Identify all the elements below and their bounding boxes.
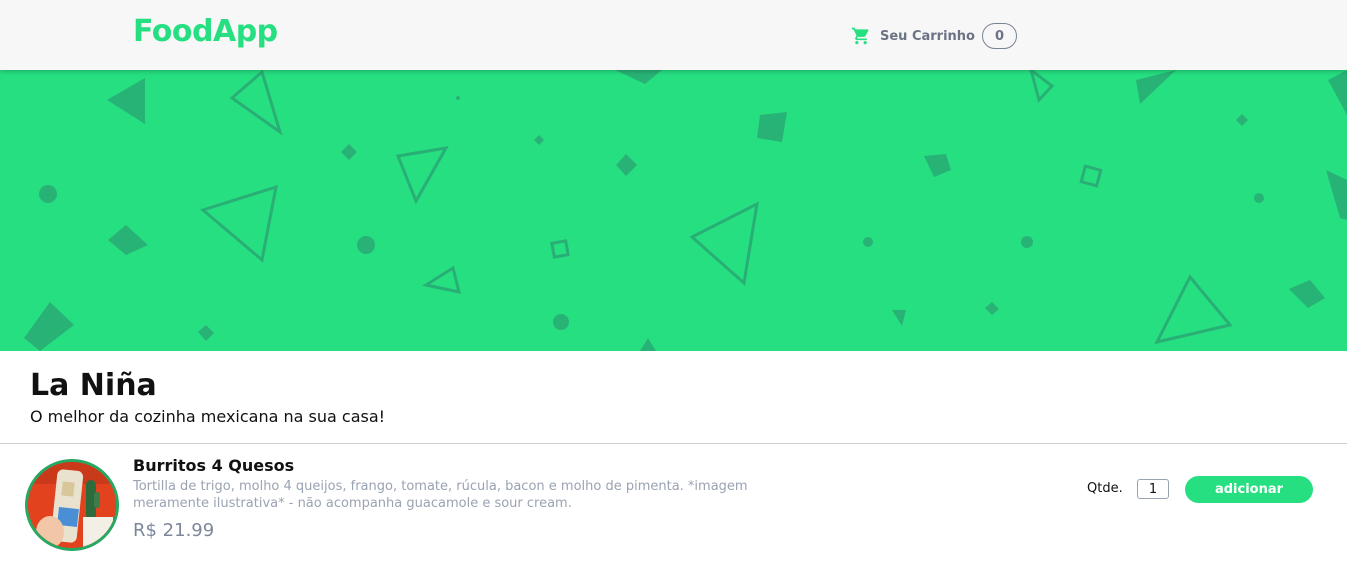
product-image <box>25 459 119 551</box>
banner-pattern <box>24 70 1347 351</box>
brand-logo[interactable]: FoodApp <box>133 14 278 49</box>
restaurant-name: La Niña <box>30 368 157 403</box>
product-item: Burritos 4 Quesos Tortilla de trigo, mol… <box>0 444 1347 562</box>
top-header: FoodApp Seu Carrinho 0 <box>0 0 1347 70</box>
restaurant-banner <box>0 70 1347 351</box>
restaurant-info: La Niña O melhor da cozinha mexicana na … <box>30 367 385 428</box>
restaurant-subtitle: O melhor da cozinha mexicana na sua casa… <box>30 407 386 426</box>
cart-count-badge: 0 <box>982 23 1017 49</box>
cart-button[interactable]: Seu Carrinho 0 <box>851 22 1017 50</box>
product-description: Tortilla de trigo, molho 4 queijos, fran… <box>133 479 748 511</box>
quantity-input[interactable] <box>1137 479 1169 499</box>
cart-label: Seu Carrinho <box>880 28 975 44</box>
product-price: R$ 21.99 <box>133 520 215 541</box>
shopping-cart-icon <box>851 27 869 45</box>
quantity-label: Qtde. <box>1087 481 1123 496</box>
add-to-cart-button[interactable]: adicionar <box>1185 476 1313 503</box>
product-name: Burritos 4 Quesos <box>133 456 295 475</box>
